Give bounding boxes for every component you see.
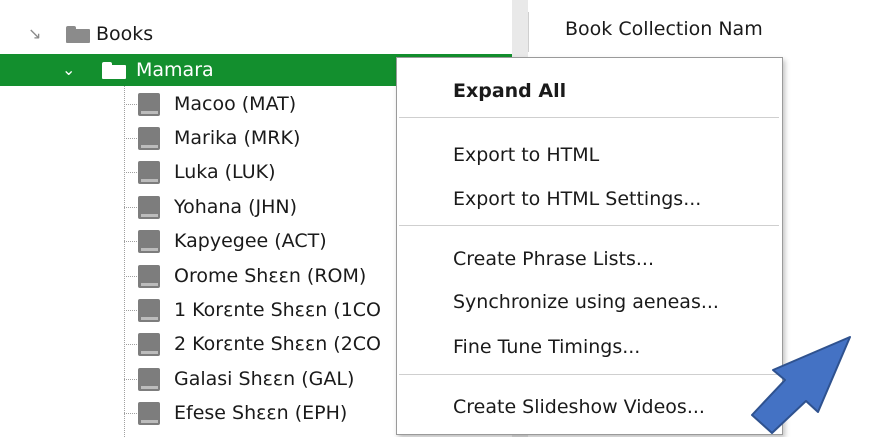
tree-node-label: Books [96, 23, 154, 45]
book-icon [138, 230, 160, 253]
book-label: Kapyegee (ACT) [174, 230, 327, 252]
menu-separator [399, 374, 779, 375]
book-icon [138, 333, 160, 356]
folder-icon [102, 62, 126, 79]
collection-name-header: Book Collection Nam [528, 12, 789, 52]
book-icon [138, 93, 160, 116]
menu-item-export-html-settings[interactable]: Export to HTML Settings... [453, 188, 701, 210]
tree-node-label: Mamara [136, 59, 214, 81]
tree-node-books[interactable]: ↘ Books [0, 18, 512, 50]
book-label: 1 Korεnte Shεεn (1CO [174, 299, 382, 321]
menu-item-create-phrase-lists[interactable]: Create Phrase Lists... [453, 248, 654, 270]
arrow-icon [751, 336, 851, 434]
book-icon [138, 196, 160, 219]
book-icon [138, 265, 160, 288]
chevron-down-icon[interactable]: ⌄ [62, 54, 75, 86]
book-icon [138, 368, 160, 391]
book-icon [138, 161, 160, 184]
menu-item-create-slideshow-videos[interactable]: Create Slideshow Videos... [453, 396, 705, 418]
menu-separator [399, 117, 779, 118]
menu-item-fine-tune-timings[interactable]: Fine Tune Timings... [453, 336, 640, 358]
book-label: Galasi Shεεn (GAL) [174, 368, 355, 390]
book-label: Macoo (MAT) [174, 93, 297, 115]
book-label: Yohana (JHN) [174, 196, 298, 218]
book-icon [138, 127, 160, 150]
menu-item-export-html[interactable]: Export to HTML [453, 144, 599, 166]
menu-item-expand-all[interactable]: Expand All [453, 80, 566, 102]
menu-item-synchronize-aeneas[interactable]: Synchronize using aeneas... [453, 291, 719, 313]
book-label: Marika (MRK) [174, 127, 301, 149]
book-label: Orome Shεεn (ROM) [174, 265, 367, 287]
book-icon [138, 402, 160, 425]
book-label: Efese Shεεn (EPH) [174, 402, 348, 424]
book-label: Luka (LUK) [174, 161, 276, 183]
folder-icon [66, 26, 90, 43]
context-menu: Expand All Export to HTML Export to HTML… [396, 57, 783, 435]
book-icon [138, 299, 160, 322]
column-header-label: Book Collection Nam [565, 18, 763, 40]
menu-separator [399, 225, 779, 226]
book-label: 2 Korεnte Shεεn (2CO [174, 333, 382, 355]
expanded-arrow-icon[interactable]: ↘ [28, 18, 41, 50]
